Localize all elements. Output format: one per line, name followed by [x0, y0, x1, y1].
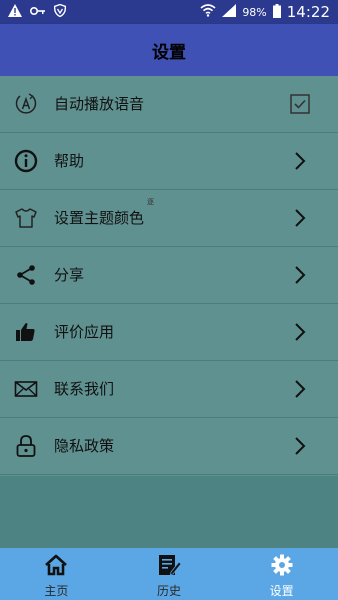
setting-label: 设置主题颜色	[54, 209, 145, 227]
wifi-icon	[200, 4, 216, 20]
gear-icon	[271, 554, 293, 580]
setting-label: 帮助	[54, 152, 85, 170]
tab-label: 主页	[44, 584, 69, 598]
chevron-right-icon	[292, 379, 308, 399]
mail-icon	[14, 377, 38, 401]
key-icon	[29, 5, 46, 19]
auto-play-checkbox[interactable]	[290, 94, 310, 114]
setting-label: 自动播放语音	[54, 95, 145, 113]
warning-icon	[8, 4, 22, 20]
share-icon	[14, 263, 38, 287]
setting-share[interactable]: 分享	[0, 247, 338, 304]
thumbs-up-icon	[14, 320, 38, 344]
history-icon	[157, 554, 182, 580]
lock-icon	[14, 434, 38, 458]
signal-icon	[222, 4, 237, 20]
tab-settings[interactable]: 设置	[225, 548, 338, 600]
setting-help[interactable]: 帮助	[0, 133, 338, 190]
tab-history[interactable]: 历史	[113, 548, 226, 600]
clock: 14:22	[286, 3, 330, 21]
chevron-right-icon	[292, 322, 308, 342]
setting-contact-us[interactable]: 联系我们	[0, 361, 338, 418]
theme-row-mark: 逐	[147, 198, 154, 206]
auto-play-icon	[14, 92, 38, 116]
chevron-right-icon	[292, 265, 308, 285]
setting-label: 联系我们	[54, 380, 115, 398]
tab-home[interactable]: 主页	[0, 548, 113, 600]
bottom-nav: 主页 历史 设置	[0, 548, 338, 600]
status-bar: 98% 14:22	[0, 0, 338, 24]
tab-label: 历史	[157, 584, 182, 598]
shirt-icon	[14, 206, 38, 230]
chevron-right-icon	[292, 208, 308, 228]
chevron-right-icon	[292, 436, 308, 456]
setting-auto-play-voice[interactable]: 自动播放语音	[0, 76, 338, 133]
shield-icon	[53, 3, 67, 20]
info-icon	[14, 149, 38, 173]
setting-rate-app[interactable]: 评价应用	[0, 304, 338, 361]
tab-label: 设置	[269, 584, 294, 598]
home-icon	[44, 554, 68, 580]
page-title: 设置	[152, 42, 186, 63]
setting-privacy-policy[interactable]: 隐私政策	[0, 418, 338, 475]
settings-list: 自动播放语音 帮助 设置主题颜色 逐 分享 评价应用 联系我们 隐私政策	[0, 76, 338, 476]
battery-icon	[272, 3, 281, 21]
setting-theme-color[interactable]: 设置主题颜色 逐	[0, 190, 338, 247]
chevron-right-icon	[292, 151, 308, 171]
setting-label: 分享	[54, 266, 85, 284]
setting-label: 评价应用	[54, 323, 115, 341]
app-bar: 设置	[0, 24, 338, 76]
setting-label: 隐私政策	[54, 437, 115, 455]
battery-percent: 98%	[242, 5, 267, 19]
